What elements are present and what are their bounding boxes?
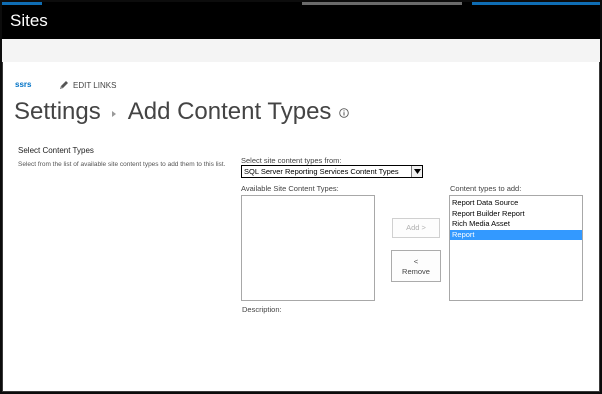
edit-links-button[interactable]: EDIT LINKS [59,80,116,90]
site-link[interactable]: ssrs [15,80,31,89]
remove-button-label: Remove [402,267,430,276]
app-window: Sites ssrs EDIT LINKS Settings Add Conte… [2,2,600,392]
suite-bar-accent [302,2,462,5]
select-from-label: Select site content types from: [241,156,342,165]
description-label: Description: [242,305,282,314]
suite-bar-accent [2,2,42,5]
info-icon[interactable] [339,108,350,118]
page-title-current: Add Content Types [127,98,332,125]
available-label: Available Site Content Types: [241,184,339,193]
available-content-types-list[interactable] [241,195,375,301]
list-item[interactable]: Report Builder Report [450,209,582,220]
remove-button-arrow: < [413,257,419,266]
list-item[interactable]: Report Data Source [450,198,582,209]
breadcrumb-separator-icon [111,111,116,117]
suite-bar-accent [472,2,600,5]
app-title[interactable]: Sites [10,11,48,31]
chevron-down-icon[interactable] [411,166,422,177]
remove-button[interactable]: < Remove [391,250,441,282]
edit-links-label: EDIT LINKS [73,80,117,90]
section-title: Select Content Types [18,146,94,155]
section-description: Select from the list of available site c… [18,161,226,168]
content-types-to-add-list[interactable]: Report Data Source Report Builder Report… [449,195,583,301]
list-item[interactable]: Rich Media Asset [450,219,582,230]
add-button[interactable]: Add > [392,218,440,238]
select-value: SQL Server Reporting Services Content Ty… [244,167,399,176]
page-title: Settings Add Content Types [14,96,350,128]
pencil-icon [60,81,68,89]
suite-bar: Sites [2,2,600,39]
page-title-settings[interactable]: Settings [14,98,101,126]
list-item-selected[interactable]: Report [450,229,582,240]
content-type-group-select[interactable]: SQL Server Reporting Services Content Ty… [241,165,423,178]
chevron-down-glyph [413,169,421,174]
to-add-label: Content types to add: [450,184,522,193]
ribbon-bar [2,39,600,62]
